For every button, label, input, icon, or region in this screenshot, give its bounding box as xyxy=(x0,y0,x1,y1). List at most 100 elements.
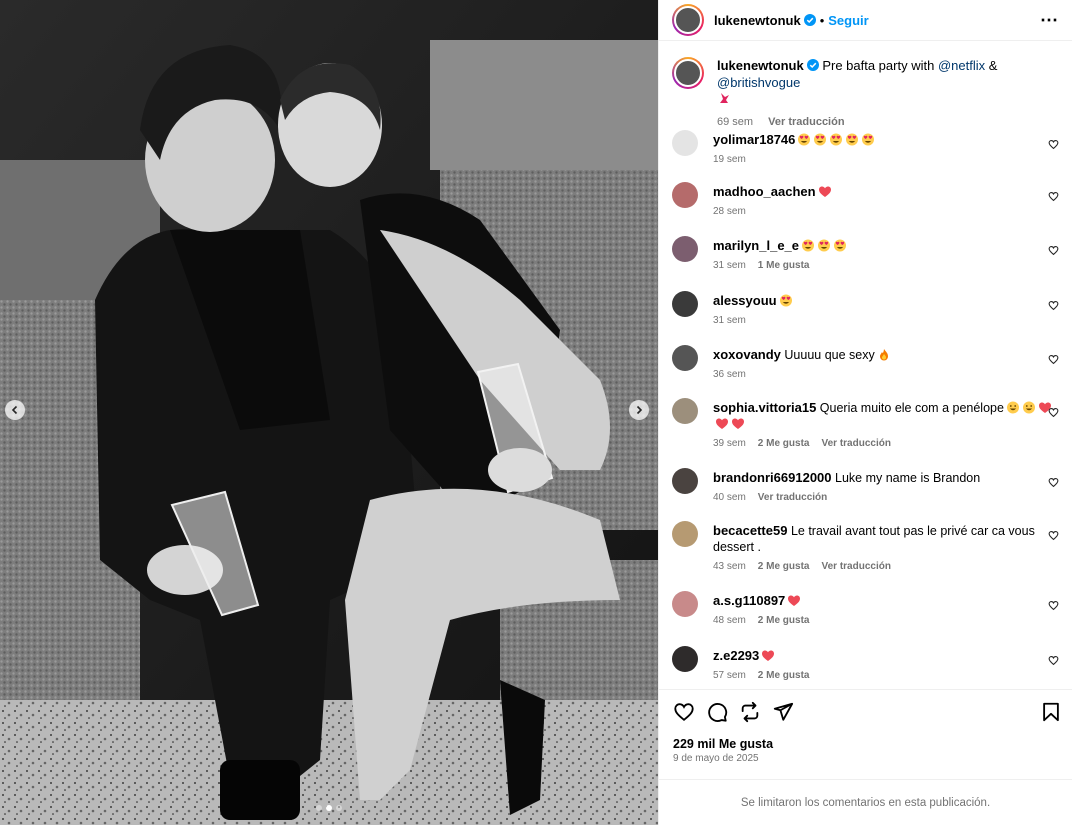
caption-text: Pre bafta party with xyxy=(822,58,935,73)
comment-likes[interactable]: 2 Me gusta xyxy=(758,670,810,681)
post-media[interactable] xyxy=(0,0,658,825)
heart-eyes-emoji-icon xyxy=(798,133,811,146)
comment-like-icon[interactable] xyxy=(1048,191,1059,202)
comment-username[interactable]: alessyouu xyxy=(713,293,777,308)
comment-translate-link[interactable]: Ver traducción xyxy=(821,438,890,449)
comment-translate-link[interactable]: Ver traducción xyxy=(758,492,827,503)
comment-row: alessyouu 31 sem xyxy=(672,291,1059,329)
comment-like-icon[interactable] xyxy=(1048,139,1059,150)
comment-username[interactable]: brandonri66912000 xyxy=(713,470,832,485)
comment-likes[interactable]: 2 Me gusta xyxy=(758,615,810,626)
heart-eyes-emoji-icon xyxy=(830,133,843,146)
comment-row: brandonri66912000 Luke my name is Brando… xyxy=(672,468,1059,506)
comment-age: 48 sem xyxy=(713,615,746,626)
grin-sweat-emoji-icon xyxy=(1006,401,1019,414)
post-actions-bar xyxy=(659,689,1072,733)
carousel-dot xyxy=(316,805,322,811)
comment-like-icon[interactable] xyxy=(1048,477,1059,488)
commenter-avatar[interactable] xyxy=(672,130,698,156)
comment-username[interactable]: xoxovandy xyxy=(713,347,781,362)
comment-age: 57 sem xyxy=(713,670,746,681)
likes-count[interactable]: 229 mil Me gusta xyxy=(673,737,773,751)
comment-row: z.e2293 57 sem 2 Me gusta xyxy=(672,646,1059,684)
comment-like-icon[interactable] xyxy=(1048,530,1059,541)
comment-like-icon[interactable] xyxy=(1048,407,1059,418)
author-avatar[interactable] xyxy=(672,4,704,36)
comment-username[interactable]: a.s.g110897 xyxy=(713,593,785,608)
post-date: 9 de mayo de 2025 xyxy=(673,753,759,764)
comments-limited-notice: Se limitaron los comentarios en esta pub… xyxy=(659,779,1072,825)
repost-icon[interactable] xyxy=(739,701,761,723)
comment-likes[interactable]: 1 Me gusta xyxy=(758,260,810,271)
comment-row: yolimar18746 19 sem xyxy=(672,130,1059,168)
comment-username[interactable]: marilyn_l_e_e xyxy=(713,238,799,253)
comment-username[interactable]: yolimar18746 xyxy=(713,132,795,147)
comment-likes[interactable]: 2 Me gusta xyxy=(758,438,810,449)
comment-like-icon[interactable] xyxy=(1048,245,1059,256)
comment-text: Queria muito ele com a penélope xyxy=(819,401,1004,415)
commenter-avatar[interactable] xyxy=(672,521,698,547)
post-caption: lukenewtonuk Pre bafta party with @netfl… xyxy=(672,42,1059,128)
comment-age: 43 sem xyxy=(713,561,746,572)
carousel-dot xyxy=(336,805,342,811)
caption-username[interactable]: lukenewtonuk xyxy=(717,58,804,73)
comment-age: 39 sem xyxy=(713,438,746,449)
follow-button[interactable]: Seguir xyxy=(828,13,868,28)
carousel-prev-button[interactable] xyxy=(5,400,25,420)
post-details-panel: lukenewtonuk • Seguir ⋯ lukenewtonuk Pre… xyxy=(658,0,1072,825)
comment-row: xoxovandy Uuuuu que sexy 36 sem xyxy=(672,345,1059,383)
comment-row: sophia.vittoria15 Queria muito ele com a… xyxy=(672,398,1059,452)
comment-age: 40 sem xyxy=(713,492,746,503)
carousel-dot-active xyxy=(326,805,332,811)
bookmark-icon[interactable] xyxy=(1040,701,1062,723)
heart-eyes-emoji-icon xyxy=(846,133,859,146)
post-photo xyxy=(0,0,658,825)
author-username[interactable]: lukenewtonuk xyxy=(714,13,801,28)
comment-row: marilyn_l_e_e 31 sem 1 Me gusta xyxy=(672,236,1059,274)
commenter-avatar[interactable] xyxy=(672,468,698,494)
comment-text: Uuuuu que sexy xyxy=(784,348,875,362)
comment-row: a.s.g110897 48 sem 2 Me gusta xyxy=(672,591,1059,629)
caption-age: 69 sem xyxy=(717,116,754,128)
comment-translate-link[interactable]: Ver traducción xyxy=(821,561,890,572)
comment-username[interactable]: madhoo_aachen xyxy=(713,184,816,199)
comment-age: 31 sem xyxy=(713,260,746,271)
commenter-avatar[interactable] xyxy=(672,345,698,371)
caption-translate-link[interactable]: Ver traducción xyxy=(768,116,844,128)
commenter-avatar[interactable] xyxy=(672,291,698,317)
fire-emoji-icon xyxy=(879,349,888,361)
commenter-avatar[interactable] xyxy=(672,646,698,672)
heart-eyes-emoji-icon xyxy=(802,239,815,252)
heart-icon[interactable] xyxy=(673,701,695,723)
commenter-avatar[interactable] xyxy=(672,236,698,262)
commenter-avatar[interactable] xyxy=(672,398,698,424)
caption-mention-britishvogue[interactable]: @britishvogue xyxy=(717,75,800,90)
author-avatar[interactable] xyxy=(672,57,704,89)
heart-eyes-emoji-icon xyxy=(814,133,827,146)
comment-like-icon[interactable] xyxy=(1048,655,1059,666)
chevron-left-icon xyxy=(11,405,18,415)
commenter-avatar[interactable] xyxy=(672,182,698,208)
comment-likes[interactable]: 2 Me gusta xyxy=(758,561,810,572)
grin-sweat-emoji-icon xyxy=(1022,401,1035,414)
comment-username[interactable]: becacette59 xyxy=(713,523,787,538)
carousel-indicator xyxy=(316,805,342,811)
more-options-icon[interactable]: ⋯ xyxy=(1040,10,1059,31)
carousel-next-button[interactable] xyxy=(629,400,649,420)
comment-like-icon[interactable] xyxy=(1048,354,1059,365)
comment-username[interactable]: z.e2293 xyxy=(713,648,759,663)
comments-list[interactable]: lukenewtonuk Pre bafta party with @netfl… xyxy=(659,42,1072,689)
heart-emoji-icon xyxy=(732,418,744,429)
post-header: lukenewtonuk • Seguir ⋯ xyxy=(659,0,1072,41)
comment-like-icon[interactable] xyxy=(1048,300,1059,311)
commenter-avatar[interactable] xyxy=(672,591,698,617)
caption-amp: & xyxy=(988,58,998,73)
heart-eyes-emoji-icon xyxy=(818,239,831,252)
heart-emoji-icon xyxy=(818,186,831,197)
share-icon[interactable] xyxy=(772,701,794,723)
comment-icon[interactable] xyxy=(706,701,728,723)
comment-username[interactable]: sophia.vittoria15 xyxy=(713,400,816,415)
heart-eyes-emoji-icon xyxy=(834,239,847,252)
comment-like-icon[interactable] xyxy=(1048,600,1059,611)
caption-mention-netflix[interactable]: @netflix xyxy=(938,58,985,73)
